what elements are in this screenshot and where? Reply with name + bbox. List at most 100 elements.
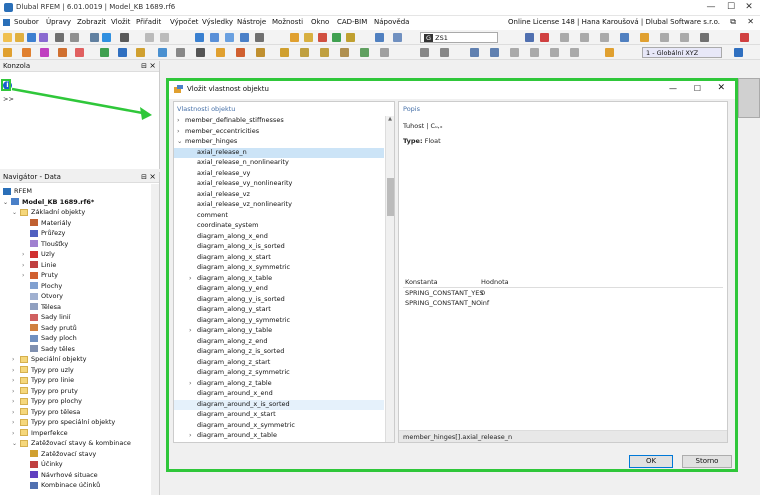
menu-vypocet[interactable]: Výpočet xyxy=(170,18,198,26)
visibility-icon[interactable] xyxy=(605,48,614,57)
nav-item[interactable]: Sady linií xyxy=(22,312,71,323)
copy-icon[interactable] xyxy=(90,33,99,42)
load-case-combo[interactable]: G ZS1 xyxy=(420,32,498,43)
navigator-close-icon[interactable]: × xyxy=(149,172,156,181)
menu-okno[interactable]: Okno xyxy=(311,18,329,26)
polar-icon[interactable] xyxy=(380,48,389,57)
menu-priradit[interactable]: Přiřadit xyxy=(136,18,161,26)
chevron-down-icon[interactable]: ⌄ xyxy=(3,198,11,209)
check-icon[interactable] xyxy=(332,33,341,42)
save-as-icon[interactable] xyxy=(39,33,48,42)
undo-icon[interactable] xyxy=(145,33,154,42)
group-icon[interactable] xyxy=(470,48,479,57)
open-icon[interactable] xyxy=(15,33,24,42)
hide-icon[interactable] xyxy=(510,48,519,57)
work-plane-icon[interactable] xyxy=(340,48,349,57)
print-report-icon[interactable] xyxy=(70,33,79,42)
ungroup-icon[interactable] xyxy=(490,48,499,57)
nav-item[interactable]: ⌄ Základní objekty xyxy=(12,207,85,218)
isolate-icon[interactable] xyxy=(550,48,559,57)
redo-icon[interactable] xyxy=(160,33,169,42)
chevron-down-icon[interactable]: ⌄ xyxy=(12,439,20,450)
panel-icon[interactable] xyxy=(225,33,234,42)
menu-cad-bim[interactable]: CAD-BIM xyxy=(337,18,367,26)
nav-item[interactable]: Zatěžovací stavy xyxy=(22,449,96,460)
display-icon[interactable] xyxy=(240,33,249,42)
table-results-icon[interactable] xyxy=(346,33,355,42)
show-icon[interactable] xyxy=(530,48,539,57)
menu-vysledky[interactable]: Výsledky xyxy=(202,18,233,26)
restore-icon[interactable]: ⧉ xyxy=(730,17,736,27)
nav-item[interactable]: Sady těles xyxy=(22,344,75,355)
line-tool-icon[interactable] xyxy=(22,48,31,57)
model-viewport[interactable] xyxy=(738,78,760,118)
ortho-icon[interactable] xyxy=(360,48,369,57)
hinge-tool-icon[interactable] xyxy=(118,48,127,57)
axis-x-icon[interactable] xyxy=(580,33,589,42)
align-icon[interactable] xyxy=(420,48,429,57)
screenshot-icon[interactable] xyxy=(102,33,111,42)
maximize-button[interactable]: ☐ xyxy=(722,2,740,12)
nav-item[interactable]: Materiály xyxy=(22,218,71,229)
nav-item[interactable]: › Typy pro linie xyxy=(12,375,74,386)
menu-upravy[interactable]: Úpravy xyxy=(46,18,71,26)
load-tool-icon[interactable] xyxy=(136,48,145,57)
nav-item[interactable]: › Typy pro speciální objekty xyxy=(12,417,115,428)
nav-item[interactable]: Návrhové situace xyxy=(22,470,98,481)
nav-item[interactable]: Tloušťky xyxy=(22,239,68,250)
nav-item[interactable]: › Uzly xyxy=(22,249,55,260)
measure-icon[interactable] xyxy=(320,48,329,57)
lock-icon[interactable] xyxy=(570,48,579,57)
prev-icon[interactable] xyxy=(525,33,534,42)
export-icon[interactable] xyxy=(120,33,129,42)
distribute-icon[interactable] xyxy=(440,48,449,57)
nav-item[interactable]: Průřezy xyxy=(22,228,65,239)
nav-item[interactable]: › Linie xyxy=(22,260,56,271)
new-icon[interactable] xyxy=(3,33,12,42)
member-tool-icon[interactable] xyxy=(40,48,49,57)
chevron-down-icon[interactable]: ⌄ xyxy=(12,208,20,219)
calculate-icon[interactable] xyxy=(290,33,299,42)
stop-icon[interactable] xyxy=(318,33,327,42)
nav-item[interactable]: Plochy xyxy=(22,281,62,292)
app-menu-icon[interactable] xyxy=(3,19,10,26)
menu-soubor[interactable]: Soubor xyxy=(14,18,39,26)
guide-icon[interactable] xyxy=(236,48,245,57)
grid-snap-icon[interactable] xyxy=(280,48,289,57)
navigator-pin-icon[interactable]: ⊟ xyxy=(141,173,147,181)
table-icon[interactable] xyxy=(195,33,204,42)
model-icon[interactable] xyxy=(255,33,264,42)
print-icon[interactable] xyxy=(55,33,64,42)
nav-item[interactable]: › Speciální objekty xyxy=(12,354,86,365)
layout-icon[interactable] xyxy=(393,33,402,42)
navigator-scrollbar[interactable] xyxy=(151,184,159,495)
menu-zobrazit[interactable]: Zobrazit xyxy=(77,18,106,26)
nav-item[interactable]: › Pruty xyxy=(22,270,58,281)
rotate-icon[interactable] xyxy=(176,48,185,57)
solid-tool-icon[interactable] xyxy=(75,48,84,57)
results-icon[interactable] xyxy=(304,33,313,42)
snap-icon[interactable] xyxy=(256,48,265,57)
nav-item[interactable]: › Typy pro pruty xyxy=(12,386,78,397)
nav-item[interactable]: Sady prutů xyxy=(22,323,77,334)
view-settings-icon[interactable] xyxy=(734,48,743,57)
object-snap-icon[interactable] xyxy=(300,48,309,57)
section-icon[interactable] xyxy=(660,33,669,42)
nav-item[interactable]: Účinky xyxy=(22,459,63,470)
save-icon[interactable] xyxy=(27,33,36,42)
nav-item[interactable]: Kombinace účinků xyxy=(22,480,100,491)
nav-root[interactable]: RFEM xyxy=(3,186,32,197)
nav-item[interactable]: Tělesa xyxy=(22,302,61,313)
nav-item[interactable]: › Imperfekce xyxy=(12,428,68,439)
filter-icon[interactable] xyxy=(640,33,649,42)
render-icon[interactable] xyxy=(680,33,689,42)
nav-item[interactable]: › Typy pro tělesa xyxy=(12,407,80,418)
nav-item[interactable]: › Typy pro plochy xyxy=(12,396,82,407)
menu-vlozit[interactable]: Vložit xyxy=(111,18,130,26)
nav-item[interactable]: Sady ploch xyxy=(22,333,77,344)
view-combo[interactable]: 1 - Globální XYZ xyxy=(642,47,722,58)
nav-item[interactable]: › Typy pro uzly xyxy=(12,365,74,376)
node-tool-icon[interactable] xyxy=(3,48,12,57)
delete-icon[interactable] xyxy=(540,33,549,42)
menu-nastroje[interactable]: Nástroje xyxy=(237,18,266,26)
